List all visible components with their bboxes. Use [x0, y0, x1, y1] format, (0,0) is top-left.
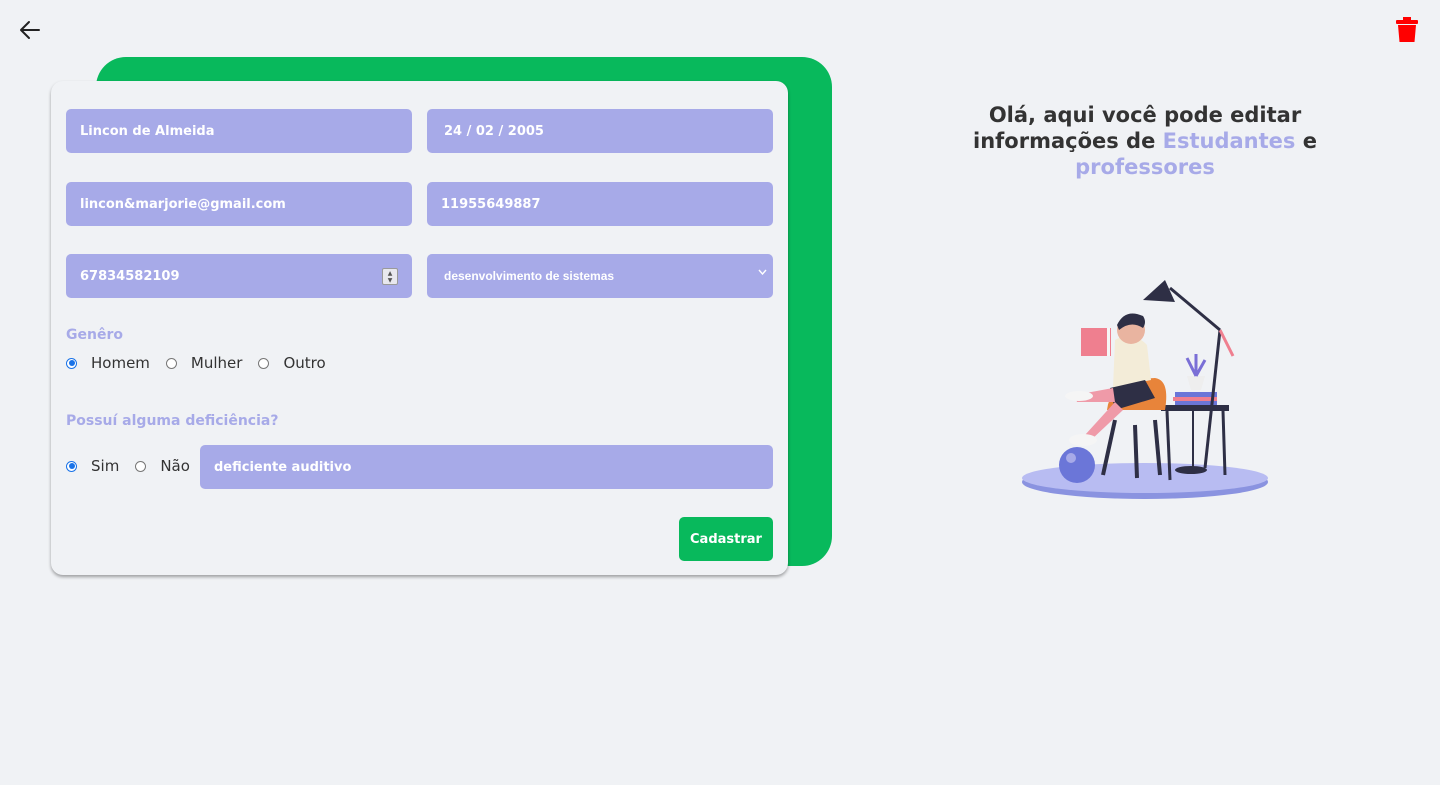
disability-option-sim: Sim [91, 457, 120, 475]
course-select[interactable]: desenvolvimento de sistemas [427, 254, 773, 298]
disability-radio-sim[interactable] [66, 460, 77, 472]
title-text-e: e [1295, 129, 1317, 153]
gender-option-outro: Outro [283, 354, 326, 372]
title-line-1: Olá, aqui você pode editar [988, 103, 1302, 127]
number-stepper[interactable]: ▲ ▼ [382, 268, 398, 285]
title-highlight-teachers: professores [1075, 155, 1215, 179]
title-text: informações de [973, 129, 1163, 153]
back-button[interactable] [16, 16, 44, 44]
disability-label: Possuí alguma deficiência? [66, 413, 279, 429]
disability-radio-nao[interactable] [135, 460, 147, 472]
submit-button[interactable]: Cadastrar [679, 517, 773, 561]
disability-option-nao: Não [160, 457, 190, 475]
title-highlight-students: Estudantes [1162, 129, 1296, 153]
gender-option-homem: Homem [91, 354, 150, 372]
name-field[interactable]: Lincon de Almeida [66, 109, 412, 153]
gender-radio-outro[interactable] [258, 357, 270, 369]
gender-option-mulher: Mulher [190, 354, 243, 372]
cpf-value: 67834582109 [80, 268, 180, 284]
gender-radio-homem[interactable] [66, 357, 77, 369]
reading-person-illustration [1022, 280, 1268, 499]
gender-radio-group: Homem Mulher Outro [66, 354, 326, 372]
disability-field[interactable]: deficiente auditivo [200, 445, 773, 489]
gender-radio-mulher[interactable] [165, 357, 177, 369]
cpf-field[interactable]: 67834582109 ▲ ▼ [66, 254, 412, 298]
email-field[interactable]: lincon&marjorie@gmail.com [66, 182, 412, 226]
phone-field[interactable]: 11955649887 [427, 182, 773, 226]
page-title: Olá, aqui você pode editar informações d… [940, 102, 1350, 180]
trash-icon [1396, 17, 1418, 42]
course-selected-value: desenvolvimento de sistemas [444, 269, 615, 283]
disability-radio-group: Sim Não [66, 457, 190, 475]
title-line-2: informações de Estudantes e [940, 128, 1350, 154]
birthdate-field[interactable]: 24 / 02 / 2005 [427, 109, 773, 153]
delete-button[interactable] [1394, 16, 1420, 44]
gender-label: Genêro [66, 327, 123, 343]
chevron-down-icon [758, 269, 767, 275]
arrow-left-icon [20, 21, 40, 39]
edit-form-card: Lincon de Almeida 24 / 02 / 2005 lincon&… [51, 81, 788, 575]
